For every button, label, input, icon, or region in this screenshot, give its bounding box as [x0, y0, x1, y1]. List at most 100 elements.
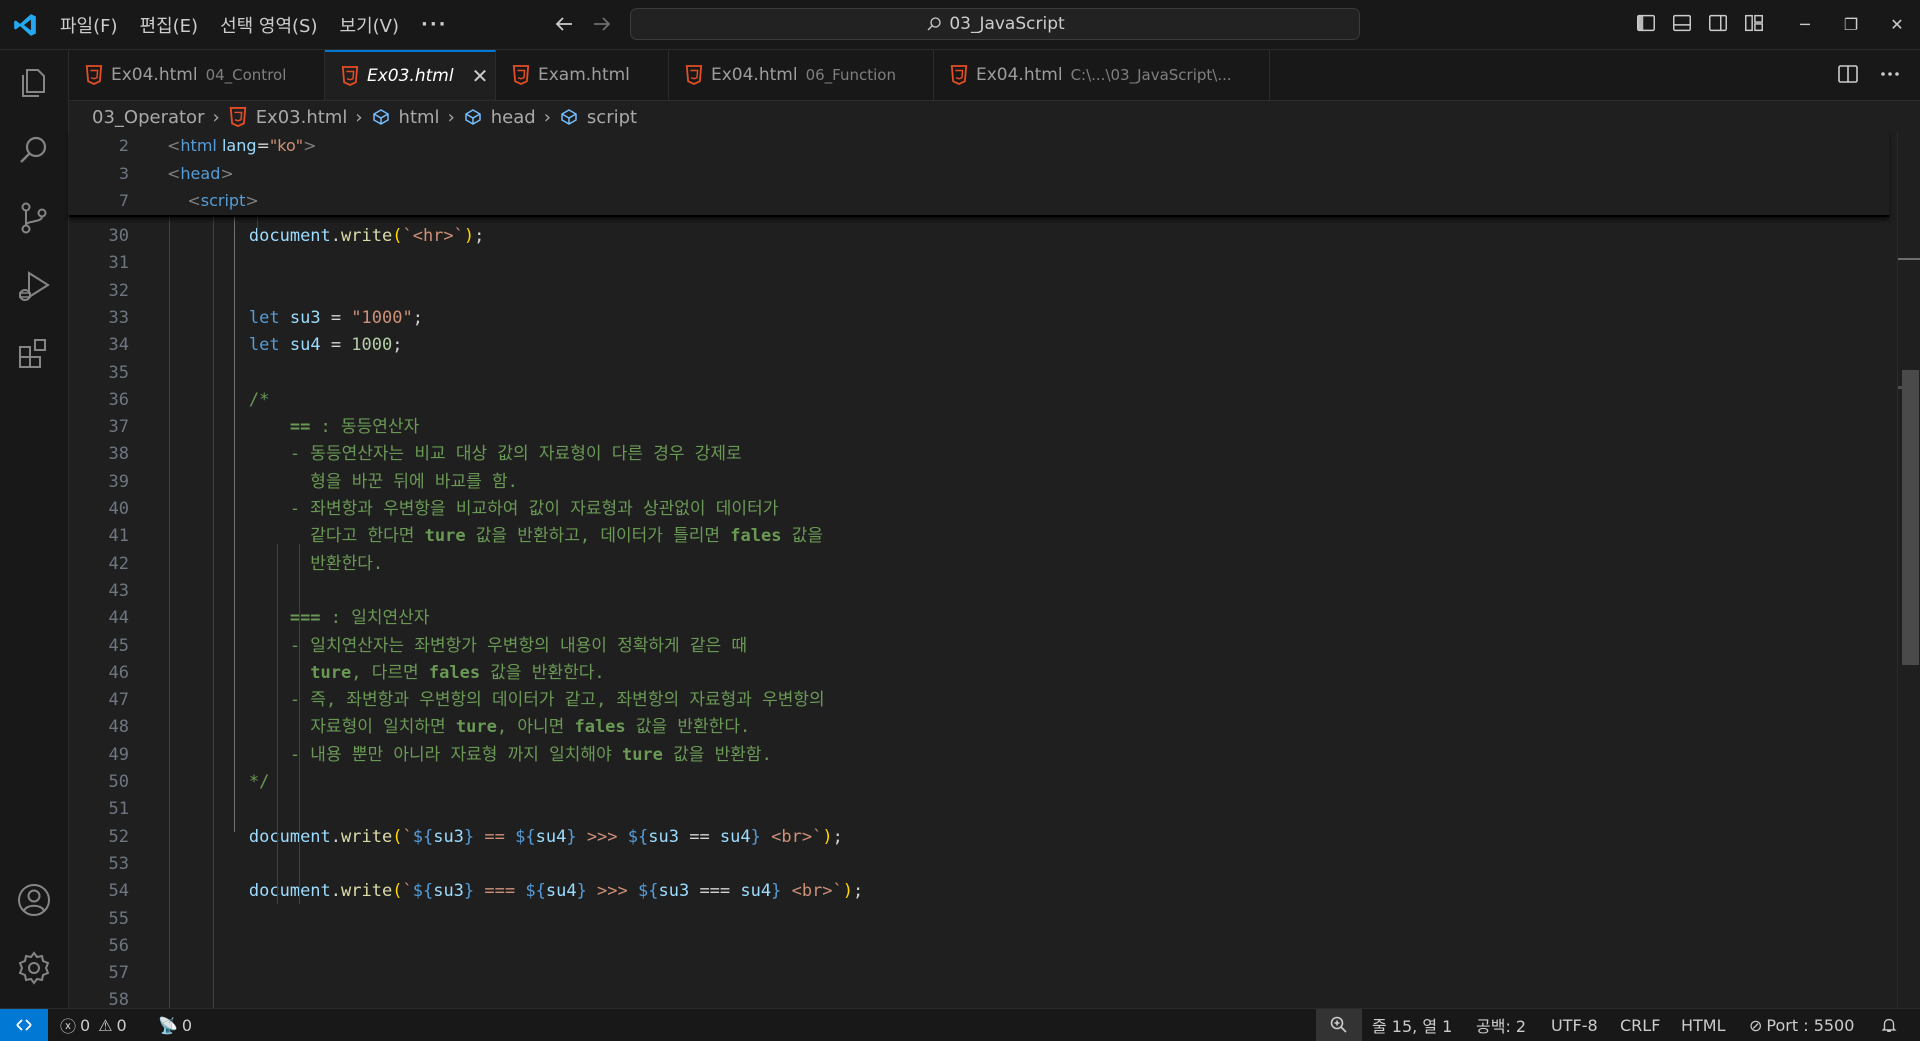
indentation[interactable]: 공백: 2 — [1476, 1009, 1526, 1041]
explorer-icon[interactable] — [14, 62, 54, 102]
problems-indicator[interactable]: ⓧ 0 ⚠ 0 — [60, 1009, 127, 1041]
breadcrumb-html[interactable]: html — [399, 107, 440, 128]
code-line[interactable]: 30 document.write(`<hr>`); — [69, 223, 1889, 250]
code-editor[interactable]: 30 document.write(`<hr>`); 31 32 33 let su3… — [69, 132, 1889, 1008]
code-line[interactable]: 3 <head> — [69, 160, 1889, 188]
code-token: = — [256, 136, 270, 155]
scrollbar-thumb[interactable] — [1902, 370, 1919, 665]
tab-description: 06_Function — [805, 66, 896, 84]
close-window-button[interactable]: ✕ — [1874, 0, 1920, 49]
menu-selection[interactable]: 선택 영역(S) — [220, 12, 317, 38]
code-line[interactable]: 49 - 내용 뿐만 아니라 자료형 까지 일치해야 ture 값을 반환함. — [69, 742, 1889, 769]
code-token: write — [341, 826, 393, 847]
ports-indicator[interactable]: 📡 0 — [158, 1009, 192, 1041]
run-debug-icon[interactable] — [14, 266, 54, 306]
toggle-panel-icon[interactable] — [1671, 12, 1693, 34]
tab-ex03-active[interactable]: Ex03.html ✕ — [325, 50, 496, 100]
code-line[interactable]: 37 == : 동등연산자 — [69, 414, 1889, 441]
code-token: ; — [474, 226, 485, 246]
line-ending[interactable]: CRLF — [1620, 1009, 1660, 1041]
language-mode[interactable]: HTML — [1681, 1009, 1726, 1041]
code-line[interactable]: 42 반환한다. — [69, 551, 1889, 578]
line-number: 43 — [108, 580, 129, 601]
tab-ex04-function[interactable]: Ex04.html 06_Function — [669, 50, 934, 100]
menu-file[interactable]: 파일(F) — [60, 12, 118, 38]
line-number: 42 — [108, 553, 129, 574]
code-line[interactable]: 41 같다고 한다면 ture 값을 반환하고, 데이터가 틀리면 fales … — [69, 523, 1889, 550]
breadcrumb-file[interactable]: Ex03.html — [256, 107, 348, 128]
code-line[interactable]: 47 - 즉, 좌변항과 우변항의 데이터가 같고, 좌변항의 자료형과 우변항… — [69, 687, 1889, 714]
line-number: 30 — [108, 226, 129, 246]
menu-edit[interactable]: 편집(E) — [140, 12, 199, 38]
code-line[interactable]: 7 <script> — [69, 187, 1889, 215]
remote-indicator[interactable] — [0, 1009, 48, 1041]
code-line[interactable]: 56 — [69, 933, 1889, 960]
tab-ex04-control[interactable]: Ex04.html 04_Control — [69, 50, 325, 100]
sticky-scroll-header[interactable]: 2 <html lang="ko"> 3 <head> 7 <script> — [69, 132, 1889, 217]
vertical-scrollbar[interactable] — [1897, 132, 1920, 1008]
code-line[interactable]: 33 let su3 = "1000"; — [69, 305, 1889, 332]
toggle-secondary-sidebar-icon[interactable] — [1707, 12, 1729, 34]
search-sidebar-icon[interactable] — [14, 130, 54, 170]
code-line[interactable]: 57 — [69, 960, 1889, 987]
menu-view[interactable]: 보기(V) — [340, 12, 399, 38]
split-editor-icon[interactable] — [1836, 62, 1860, 86]
code-line[interactable]: 31 — [69, 250, 1889, 277]
minimize-button[interactable]: ─ — [1782, 0, 1828, 49]
code-line[interactable]: 38 - 동등연산자는 비교 대상 값의 자료형이 다른 경우 강제로 — [69, 441, 1889, 468]
extensions-icon[interactable] — [14, 334, 54, 374]
manage-gear-icon[interactable] — [14, 948, 54, 988]
code-line[interactable]: 32 — [69, 278, 1889, 305]
symbol-element-icon — [372, 109, 389, 125]
code-token: "1000" — [351, 307, 413, 328]
code-line[interactable]: 53 — [69, 851, 1889, 878]
code-line[interactable]: 45 - 일치연산자는 좌변항가 우변항의 내용이 정확하게 같은 때 — [69, 633, 1889, 660]
source-control-icon[interactable] — [14, 198, 54, 238]
breadcrumb-head[interactable]: head — [491, 107, 536, 128]
code-line[interactable]: 43 — [69, 578, 1889, 605]
code-token: ture — [621, 744, 663, 765]
live-server-port[interactable]: ⊘ Port : 5500 — [1749, 1009, 1854, 1041]
more-actions-icon[interactable] — [1878, 62, 1902, 86]
breadcrumb-script[interactable]: script — [587, 107, 637, 128]
code-line[interactable]: 51 — [69, 796, 1889, 823]
tab-ex04-javascript[interactable]: Ex04.html C:\...\03_JavaScript\... — [934, 50, 1270, 100]
line-number: 54 — [108, 881, 129, 902]
code-line[interactable]: 35 — [69, 360, 1889, 387]
breadcrumb-folder[interactable]: 03_Operator — [92, 107, 204, 128]
code-line[interactable]: 39 형을 바꾼 뒤에 바교를 함. — [69, 469, 1889, 496]
code-line[interactable]: 34 let su4 = 1000; — [69, 332, 1889, 359]
close-icon[interactable]: ✕ — [472, 64, 489, 88]
forward-arrow-icon[interactable] — [590, 12, 614, 36]
encoding[interactable]: UTF-8 — [1551, 1009, 1598, 1041]
code-line[interactable]: 2 <html lang="ko"> — [69, 132, 1889, 160]
restore-button[interactable]: ❐ — [1828, 0, 1874, 49]
toggle-primary-sidebar-icon[interactable] — [1635, 12, 1657, 34]
command-center-search[interactable]: 03_JavaScript — [630, 8, 1360, 40]
code-line[interactable]: 46 ture, 다르면 fales 값을 반환한다. — [69, 660, 1889, 687]
notifications-bell-icon[interactable] — [1880, 1009, 1898, 1041]
code-line[interactable]: 44 === : 일치연산자 — [69, 605, 1889, 632]
code-line[interactable]: 55 — [69, 906, 1889, 933]
back-arrow-icon[interactable] — [552, 12, 576, 36]
accounts-icon[interactable] — [14, 880, 54, 920]
code-text: let su3 = "1000"; — [167, 305, 423, 332]
line-number: 41 — [108, 526, 129, 547]
code-line[interactable]: 40 - 좌변항과 우변항을 비교하여 값이 자료형과 상관없이 데이터가 — [69, 496, 1889, 523]
code-token: . — [330, 826, 342, 847]
code-line[interactable]: 54 document.write(`${su3} === ${su4} >>>… — [69, 878, 1889, 905]
code-line[interactable]: 36 /* — [69, 387, 1889, 414]
zoom-indicator[interactable] — [1316, 1009, 1362, 1041]
tab-exam[interactable]: Exam.html — [496, 50, 669, 100]
code-line[interactable]: 52 document.write(`${su3} == ${su4} >>> … — [69, 824, 1889, 851]
chevron-right-icon: › — [543, 106, 551, 128]
line-number: 35 — [108, 362, 129, 383]
code-line[interactable]: 58 — [69, 987, 1889, 1008]
customize-layout-icon[interactable] — [1743, 12, 1765, 34]
code-token: ${ — [525, 881, 546, 902]
code-line[interactable]: 50 */ — [69, 769, 1889, 796]
code-line[interactable]: 48 자료형이 일치하면 ture, 아니면 fales 값을 반환한다. — [69, 714, 1889, 741]
menu-more-button[interactable]: ··· — [421, 14, 448, 35]
cursor-position[interactable]: 줄 15, 열 1 — [1372, 1009, 1452, 1041]
